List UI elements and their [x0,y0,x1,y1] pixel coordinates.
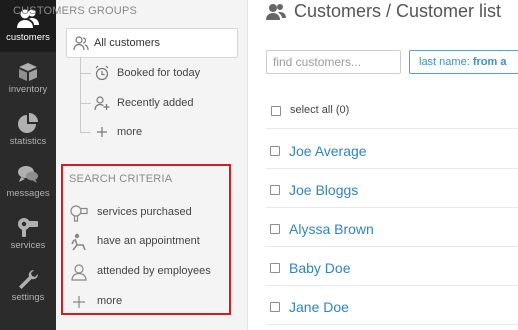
row-checkbox[interactable] [270,146,280,156]
tree-branch [81,132,91,133]
criteria-services-purchased[interactable]: services purchased [69,201,219,223]
criteria-label: more [97,295,123,307]
row-divider [266,128,518,129]
nav-statistics[interactable]: statistics [0,104,56,156]
employee-icon [71,264,87,281]
criteria-have-an-appointment[interactable]: have an appointment [69,230,219,252]
customer-name-link[interactable]: Joe Average [289,143,367,159]
criteria-label: attended by employees [97,265,211,277]
search-input[interactable] [266,50,401,74]
row-checkbox[interactable] [270,263,280,273]
wrench-icon [19,269,39,289]
hair-dryer-icon [18,218,38,237]
row-divider [266,246,518,247]
criteria-more[interactable]: more [69,290,219,312]
customers-icon [266,4,286,20]
customer-name-link[interactable]: Joe Bloggs [289,182,358,198]
sort-value: from a [472,56,507,68]
chat-icon [18,166,38,183]
customer-group-icon [73,36,89,51]
plus-icon [73,296,85,308]
group-label: Recently added [117,97,194,109]
plus-icon [97,127,107,137]
group-recently-added[interactable]: Recently added [81,92,231,114]
criteria-label: services purchased [97,206,192,218]
nav-messages[interactable]: messages [0,156,56,208]
all-customers-label: All customers [94,37,161,49]
group-booked-for-today[interactable]: Booked for today [81,62,231,84]
nav-label: settings [11,292,45,303]
nav-inventory[interactable]: inventory [0,52,56,104]
nav-label: services [10,240,46,251]
salon-chair-icon [71,233,86,251]
customer-name-link[interactable]: Alyssa Brown [289,221,374,237]
search-criteria-heading: SEARCH CRITERIA [69,173,173,185]
row-checkbox[interactable] [270,185,280,195]
box-icon [19,63,37,81]
group-label: Booked for today [117,67,201,79]
sort-button[interactable]: last name: from a [409,50,518,74]
customers-groups-heading: CUSTOMERS GROUPS [13,5,138,17]
all-customers-item[interactable]: All customers [66,28,238,58]
nav-services[interactable]: services [0,208,56,260]
customer-name-link[interactable]: Baby Doe [289,260,350,276]
group-label: more [117,126,143,138]
main-nav-rail: customers inventory statistics messages … [0,0,56,330]
customer-name-link[interactable]: Jane Doe [289,299,349,315]
row-divider [266,324,518,325]
hair-dryer-icon [70,205,88,222]
alarm-clock-icon [95,65,109,81]
nav-label: messages [6,188,50,199]
row-divider [266,207,518,208]
nav-label: statistics [9,136,47,147]
row-checkbox[interactable] [270,302,280,312]
nav-label: customers [6,32,50,43]
row-divider [266,285,518,286]
tree-branch [81,103,91,104]
pie-chart-icon [18,113,38,133]
tree-branch [81,73,91,74]
row-checkbox[interactable] [270,224,280,234]
sort-prefix: last name: [419,56,470,68]
criteria-attended-by-employees[interactable]: attended by employees [69,260,219,282]
nav-settings[interactable]: settings [0,260,56,312]
criteria-label: have an appointment [97,235,200,247]
select-all-checkbox[interactable] [271,106,281,116]
nav-label: inventory [8,84,48,95]
page-title: Customers / Customer list [294,1,502,21]
row-divider [266,168,518,169]
select-all-label: select all (0) [290,104,350,116]
add-user-icon [94,96,110,111]
groups-more[interactable]: more [81,121,231,143]
